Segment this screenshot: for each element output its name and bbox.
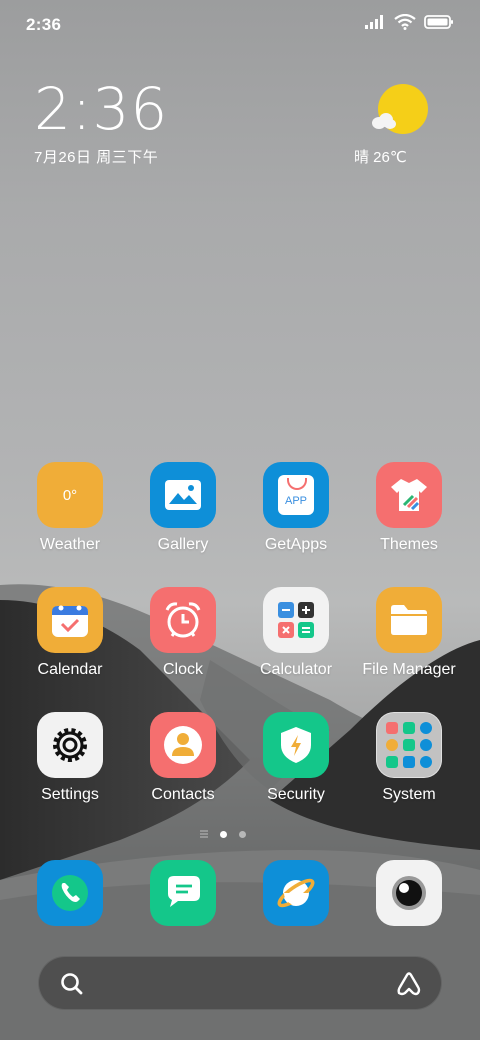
app-label: Calendar — [37, 661, 103, 678]
app-weather[interactable]: 0° Weather — [20, 462, 120, 554]
app-label: Clock — [162, 661, 203, 678]
clock-icon — [150, 587, 216, 653]
signal-icon — [365, 15, 383, 29]
clock-widget[interactable]: 2:36 7月26日 周三下午 — [34, 76, 168, 167]
app-label: Gallery — [157, 536, 209, 553]
page-indicator[interactable] — [200, 830, 246, 838]
app-label: Themes — [380, 536, 438, 553]
wifi-icon — [394, 14, 416, 30]
contacts-icon — [150, 712, 216, 778]
page-dot — [239, 830, 246, 838]
app-label: Settings — [41, 786, 99, 803]
security-icon — [263, 712, 329, 778]
app-calculator[interactable]: Calculator — [246, 587, 346, 679]
themes-icon — [376, 462, 442, 528]
app-contacts[interactable]: Contacts — [133, 712, 233, 804]
getapps-icon-text: APP — [284, 495, 307, 507]
app-label: Contacts — [151, 786, 215, 803]
app-label: File Manager — [362, 661, 456, 678]
folder-icon — [376, 587, 442, 653]
status-time: 2:36 — [26, 15, 62, 34]
assistant-icon[interactable] — [395, 971, 423, 997]
dock-messages[interactable] — [150, 860, 216, 926]
calendar-icon — [37, 587, 103, 653]
app-file-manager[interactable]: File Manager — [359, 587, 459, 679]
dock-camera[interactable] — [376, 860, 442, 926]
weather-icon: 0° — [37, 462, 103, 528]
camera-icon — [392, 876, 426, 910]
messages-icon — [168, 876, 200, 907]
phone-icon — [52, 875, 88, 911]
app-clock[interactable]: Clock — [133, 587, 233, 679]
app-calendar[interactable]: Calendar — [20, 587, 120, 679]
app-getapps[interactable]: APP GetApps — [246, 462, 346, 554]
page-dot-active — [220, 830, 227, 838]
status-bar: 2:36 — [0, 0, 480, 52]
menu-lines-icon — [200, 830, 208, 838]
app-themes[interactable]: Themes — [359, 462, 459, 554]
app-label: Calculator — [259, 661, 333, 678]
cloud-icon — [372, 113, 396, 129]
browser-icon — [277, 878, 315, 908]
weather-summary: 晴 26℃ — [354, 149, 407, 166]
dock-browser[interactable] — [263, 860, 329, 926]
app-label: System — [382, 786, 436, 803]
app-system-folder[interactable]: System — [359, 712, 459, 804]
app-gallery[interactable]: Gallery — [133, 462, 233, 554]
app-security[interactable]: Security — [246, 712, 346, 804]
app-settings[interactable]: Settings — [20, 712, 120, 804]
app-label: Weather — [39, 536, 101, 553]
widget-time: 2:36 — [34, 75, 169, 143]
calculator-icon — [263, 587, 329, 653]
weather-icon-temp: 0° — [62, 486, 78, 504]
app-label: GetApps — [264, 536, 328, 553]
status-icons — [364, 14, 454, 30]
widget-date: 7月26日 周三下午 — [34, 149, 159, 166]
system-folder-icon — [376, 712, 442, 778]
search-icon[interactable] — [59, 971, 85, 997]
search-bar[interactable] — [38, 956, 442, 1010]
dock-phone[interactable] — [37, 860, 103, 926]
settings-icon — [37, 712, 103, 778]
app-label: Security — [267, 786, 325, 803]
battery-icon — [424, 15, 453, 29]
getapps-icon: APP — [263, 462, 329, 528]
gallery-icon — [150, 462, 216, 528]
